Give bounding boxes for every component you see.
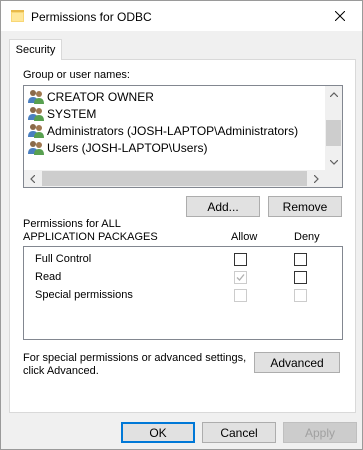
permission-name: Full Control bbox=[35, 253, 92, 265]
permissions-list: Full Control Read Special permissions bbox=[23, 246, 343, 340]
permissions-header-line1: Permissions for ALL bbox=[23, 218, 121, 230]
advanced-button[interactable]: Advanced bbox=[254, 352, 340, 373]
users-icon bbox=[28, 90, 44, 104]
user-name: SYSTEM bbox=[47, 106, 97, 121]
cancel-button-label: Cancel bbox=[220, 425, 258, 440]
chevron-right-icon bbox=[314, 174, 319, 183]
apply-button[interactable]: Apply bbox=[283, 422, 357, 443]
vertical-scrollbar[interactable] bbox=[325, 86, 342, 171]
permissions-header-line2: APPLICATION PACKAGES bbox=[23, 231, 158, 243]
ok-button-label: OK bbox=[149, 425, 167, 440]
remove-button[interactable]: Remove bbox=[268, 196, 342, 217]
chevron-left-icon bbox=[30, 174, 35, 183]
special-permissions-deny-checkbox[interactable] bbox=[294, 289, 307, 302]
user-name: Administrators (JOSH-LAPTOP\Administrato… bbox=[47, 123, 299, 138]
add-button-label: Add... bbox=[207, 199, 239, 214]
deny-column-header: Deny bbox=[294, 231, 320, 243]
list-item[interactable]: CREATOR OWNER bbox=[28, 88, 154, 105]
remove-button-label: Remove bbox=[282, 199, 328, 214]
cancel-button[interactable]: Cancel bbox=[202, 422, 276, 443]
tab-security[interactable]: Security bbox=[9, 39, 62, 60]
list-item[interactable]: SYSTEM bbox=[28, 105, 96, 122]
read-allow-checkbox[interactable] bbox=[234, 271, 247, 284]
checkmark-icon bbox=[236, 274, 245, 281]
scroll-right-button[interactable] bbox=[308, 170, 325, 187]
permission-name: Read bbox=[35, 271, 62, 283]
list-item[interactable]: Users (JOSH-LAPTOP\Users) bbox=[28, 139, 207, 156]
read-deny-checkbox[interactable] bbox=[294, 271, 307, 284]
chevron-down-icon bbox=[329, 160, 338, 165]
chevron-up-icon bbox=[329, 92, 338, 97]
scroll-down-button[interactable] bbox=[325, 154, 342, 171]
special-permissions-allow-checkbox[interactable] bbox=[234, 289, 247, 302]
tab-security-label: Security bbox=[15, 44, 56, 56]
group-user-list[interactable]: CREATOR OWNER SYSTEM Administrators (JOS… bbox=[23, 85, 343, 188]
horizontal-scroll-thumb[interactable] bbox=[42, 171, 307, 186]
user-name: Users (JOSH-LAPTOP\Users) bbox=[47, 140, 208, 155]
vertical-scroll-thumb[interactable] bbox=[326, 120, 341, 146]
close-button[interactable] bbox=[318, 1, 362, 31]
ok-button[interactable]: OK bbox=[121, 422, 195, 443]
users-icon bbox=[28, 107, 44, 121]
horizontal-scrollbar[interactable] bbox=[24, 170, 342, 187]
permissions-dialog: Permissions for ODBC Security Group or u… bbox=[0, 0, 363, 450]
permission-name: Special permissions bbox=[35, 289, 133, 301]
allow-column-header: Allow bbox=[231, 231, 258, 243]
close-icon bbox=[335, 11, 345, 21]
title-bar: Permissions for ODBC bbox=[1, 1, 362, 31]
users-icon bbox=[28, 141, 44, 155]
apply-button-label: Apply bbox=[304, 425, 336, 440]
group-or-user-names-label: Group or user names: bbox=[23, 69, 130, 81]
advanced-note-line1: For special permissions or advanced sett… bbox=[23, 352, 247, 364]
advanced-note-line2: click Advanced. bbox=[23, 365, 99, 377]
advanced-button-label: Advanced bbox=[270, 355, 324, 370]
users-icon bbox=[28, 124, 44, 138]
scroll-left-button[interactable] bbox=[24, 170, 41, 187]
add-button[interactable]: Add... bbox=[186, 196, 260, 217]
user-name: CREATOR OWNER bbox=[47, 89, 154, 104]
scroll-up-button[interactable] bbox=[325, 86, 342, 103]
list-item[interactable]: Administrators (JOSH-LAPTOP\Administrato… bbox=[28, 122, 298, 139]
folder-icon bbox=[11, 10, 24, 22]
window-title: Permissions for ODBC bbox=[31, 10, 152, 24]
full-control-allow-checkbox[interactable] bbox=[234, 253, 247, 266]
scrollbar-corner bbox=[325, 170, 342, 187]
full-control-deny-checkbox[interactable] bbox=[294, 253, 307, 266]
